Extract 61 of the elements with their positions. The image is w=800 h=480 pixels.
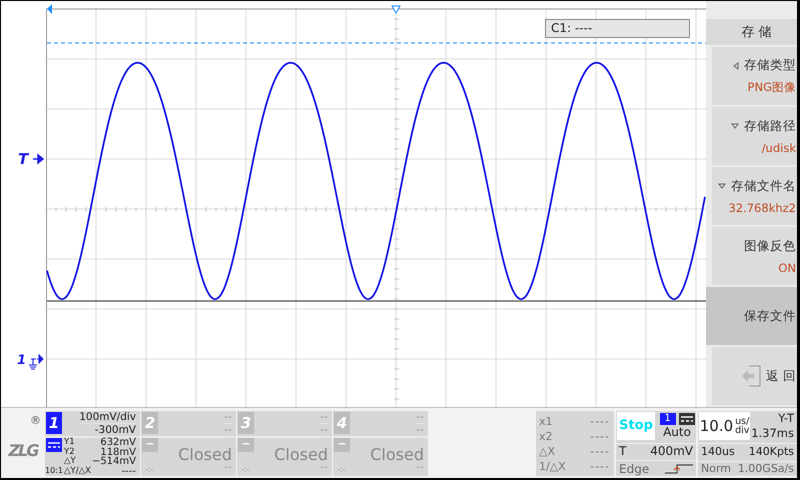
channel-offset: -- — [224, 424, 232, 437]
channel-position: -:- — [337, 465, 346, 474]
menu-title: 存 储 — [706, 19, 797, 45]
volts-per-div: 100mV/div — [79, 411, 136, 424]
cursor-label: x1 — [539, 415, 554, 428]
channel-number[interactable]: 1 — [46, 412, 62, 434]
cursor-value: ---- — [590, 445, 610, 458]
channel-reading: -- — [224, 462, 232, 473]
sample-rate: 1.00GSa/s — [738, 462, 794, 476]
trigger-source: 1 — [660, 413, 676, 425]
channel-marker: 1 — [17, 353, 26, 368]
channel-reading: -- — [320, 462, 328, 473]
cursor-value: ---- — [590, 430, 610, 443]
cursor-label: △Y — [64, 457, 77, 466]
channel-status: Closed — [178, 445, 232, 464]
channel-position: -:- — [145, 465, 154, 474]
volts-per-div: -- — [416, 411, 424, 424]
display-mode: Y-T — [778, 411, 794, 426]
coupling-mark: − — [142, 438, 158, 452]
cursor-label: △Y/△X — [64, 466, 91, 476]
channel-offset: -300mV — [94, 424, 136, 437]
cursor-label: x2 — [539, 430, 554, 443]
channel-position: -:- — [241, 465, 250, 474]
cursor-value: 118mV — [100, 448, 136, 457]
probe-ratio: 10:1 — [45, 466, 62, 475]
menu-item[interactable]: 存储文件名 32.768khz2 — [712, 167, 797, 225]
cursor-value: ---- — [590, 415, 610, 428]
logo: ZLG — [8, 441, 38, 460]
memory-depth: 140Kpts — [748, 444, 794, 458]
cursor-label: △X — [539, 445, 556, 458]
cursor-readout: C1: ---- — [545, 19, 690, 38]
channel-offset: -- — [416, 424, 424, 437]
cursor-value: 632mV — [99, 438, 136, 448]
menu-item[interactable]: 图像反色 ON — [712, 227, 797, 285]
trigger-label: T — [619, 444, 626, 458]
menu-item[interactable]: 存储类型 PNG图像 — [712, 47, 797, 105]
coupling-mark: − — [238, 438, 254, 452]
channel-reading: -- — [416, 462, 424, 473]
menu-item[interactable]: 存储路径 /udisk — [712, 107, 797, 165]
trigger-mode: Auto — [663, 425, 691, 439]
time-window: 140us — [701, 444, 735, 458]
cursor-value: ---- — [120, 466, 136, 476]
volts-per-div: -- — [224, 411, 232, 424]
cursor-value: ---- — [590, 460, 610, 473]
horizontal-position: 1.37ms — [751, 426, 794, 441]
cursor-label: Y1 — [64, 438, 76, 448]
menu-item[interactable]: 保存文件 — [706, 287, 797, 345]
acquisition-mode: Norm — [701, 462, 732, 476]
channel-status: Closed — [370, 445, 424, 464]
coupling-mark: − — [334, 438, 350, 452]
registered-mark: ® — [30, 414, 41, 427]
volts-per-div: -- — [320, 411, 328, 424]
cursor-value: −514mV — [90, 457, 136, 466]
trigger-type: Edge — [619, 462, 650, 476]
cursor-label: Y2 — [64, 448, 76, 456]
trigger-marker: T — [18, 150, 28, 168]
channel-offset: -- — [320, 424, 328, 437]
cursor-label: 1/△X — [539, 460, 567, 473]
menu-item[interactable]: 返 回 — [712, 347, 797, 405]
trigger-threshold: 400mV — [650, 444, 693, 458]
channel-status: Closed — [274, 445, 328, 464]
